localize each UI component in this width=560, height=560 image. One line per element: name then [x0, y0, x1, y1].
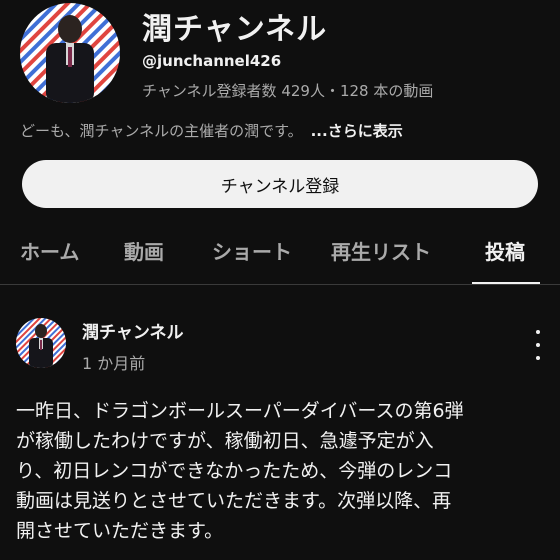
post-body-line: 一昨日、ドラゴンボールスーパーダイバースの第6弾: [16, 400, 464, 422]
channel-description[interactable]: どーも、潤チャンネルの主催者の潤です。 ...さらに表示: [20, 120, 403, 141]
kebab-dot: [536, 343, 540, 347]
post-body-line: 動画は見送りとさせていただきます。次弾以降、再: [16, 490, 452, 512]
channel-name: 潤チャンネル: [142, 12, 328, 47]
tab-home[interactable]: ホーム: [20, 236, 79, 265]
subscribe-button[interactable]: チャンネル登録: [22, 160, 538, 208]
more-options-icon[interactable]: [530, 330, 546, 360]
post-author-name[interactable]: 潤チャンネル: [82, 318, 184, 343]
tab-playlists[interactable]: 再生リスト: [331, 236, 431, 265]
show-more-link[interactable]: ...さらに表示: [311, 122, 403, 140]
post-author-avatar[interactable]: [16, 318, 66, 368]
active-tab-indicator: [472, 282, 540, 284]
post-timestamp: 1 か月前: [82, 354, 146, 373]
channel-avatar[interactable]: [20, 3, 120, 103]
description-text: どーも、潤チャンネルの主催者の潤です。: [20, 122, 303, 140]
kebab-dot: [536, 356, 540, 360]
channel-stats: チャンネル登録者数 429人・128 本の動画: [142, 82, 434, 100]
post-body-line: が稼働したわけですが、稼働初日、急遽予定が入: [16, 430, 434, 452]
post-body-line: 開させていただきます。: [16, 520, 224, 542]
kebab-dot: [536, 330, 540, 334]
channel-handle: @junchannel426: [142, 52, 282, 70]
channel-tabs: ホーム 動画 ショート 再生リスト 投稿: [0, 228, 560, 285]
tab-shorts[interactable]: ショート: [212, 236, 292, 265]
post-body: 一昨日、ドラゴンボールスーパーダイバースの第6弾 が稼働したわけですが、稼働初日…: [16, 396, 548, 546]
post-body-line: り、初日レンコができなかったため、今弾のレンコ: [16, 460, 453, 482]
tab-posts[interactable]: 投稿: [485, 236, 525, 265]
tab-videos[interactable]: 動画: [124, 236, 164, 265]
